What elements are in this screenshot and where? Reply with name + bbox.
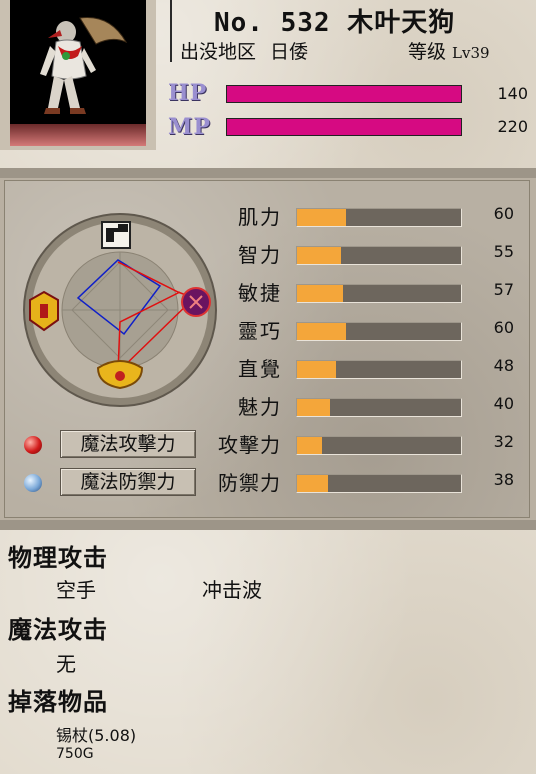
stat-bar — [296, 284, 462, 303]
origin-label: 出没地区 — [180, 41, 257, 63]
mp-bar-fill — [227, 119, 461, 135]
origin-region: 出没地区 日倭 — [180, 37, 308, 64]
stat-value: 57 — [493, 280, 514, 299]
drop-gold: 750G — [56, 746, 94, 762]
monster-portrait — [10, 0, 146, 146]
stat-row-agility: 敏捷 57 — [0, 277, 536, 307]
stat-bar-fill — [297, 361, 337, 378]
stat-name: 攻擊力 — [218, 433, 281, 457]
stat-name: 靈巧 — [238, 319, 282, 343]
stat-bar — [296, 474, 462, 493]
magic-attack-button[interactable]: 魔法攻擊力 — [60, 430, 196, 458]
monster-header: No. 532 木叶天狗 出没地区 日倭 等级 Lv39 HP 140 MP 220 — [0, 0, 536, 168]
physical-attack-item: 空手 — [56, 578, 96, 602]
mp-label: MP — [168, 114, 211, 140]
magic-attack-item: 无 — [56, 652, 76, 676]
mp-value: 220 — [497, 117, 528, 136]
header-divider — [170, 0, 172, 62]
stat-value: 60 — [493, 204, 514, 223]
portrait-frame — [0, 0, 156, 150]
stat-name: 肌力 — [238, 205, 282, 229]
monster-title: No. 532 木叶天狗 — [214, 8, 456, 38]
stat-row-dexterity: 靈巧 60 — [0, 315, 536, 345]
magic-attack-heading: 魔法攻击 — [8, 616, 108, 644]
stat-row-strength: 肌力 60 — [0, 201, 536, 231]
stat-bar — [296, 360, 462, 379]
section-divider — [0, 520, 536, 530]
hp-label: HP — [168, 80, 208, 106]
hp-value: 140 — [497, 84, 528, 103]
stat-bar-fill — [297, 475, 329, 492]
stat-row-charisma: 魅力 40 — [0, 391, 536, 421]
stat-bar-fill — [297, 247, 342, 264]
stat-value: 60 — [493, 318, 514, 337]
section-divider — [0, 168, 536, 178]
magic-defense-button[interactable]: 魔法防禦力 — [60, 468, 196, 496]
stat-bar-fill — [297, 323, 347, 340]
origin-value: 日倭 — [270, 41, 309, 63]
stat-row-intelligence: 智力 55 — [0, 239, 536, 269]
magic-attack-orb-icon — [24, 436, 42, 454]
level-label: 等级 — [408, 41, 447, 63]
stat-bar — [296, 322, 462, 341]
stat-bar — [296, 436, 462, 455]
stat-name: 直覺 — [238, 357, 282, 381]
stat-bar-fill — [297, 285, 343, 302]
stat-row-intuition: 直覺 48 — [0, 353, 536, 383]
hp-bar-fill — [227, 86, 461, 102]
stat-name: 防禦力 — [218, 471, 281, 495]
stat-bar-fill — [297, 399, 330, 416]
stat-value: 40 — [493, 394, 514, 413]
stat-bar-fill — [297, 437, 322, 454]
tengu-figure-icon — [40, 17, 128, 114]
stat-value: 32 — [493, 432, 514, 451]
monster-details: 物理攻击 空手 冲击波 魔法攻击 无 掉落物品 锡杖(5.08) 750G — [0, 530, 536, 774]
monster-level: 等级 Lv39 — [408, 37, 490, 64]
stat-bar — [296, 246, 462, 265]
level-value: Lv39 — [452, 44, 490, 62]
stat-bar-fill — [297, 209, 347, 226]
stat-bar — [296, 398, 462, 417]
hp-bar — [226, 85, 462, 103]
stat-name: 魅力 — [238, 395, 282, 419]
stat-value: 48 — [493, 356, 514, 375]
stat-value: 38 — [493, 470, 514, 489]
stat-name: 敏捷 — [238, 281, 282, 305]
stat-value: 55 — [493, 242, 514, 261]
stat-name: 智力 — [238, 243, 282, 267]
mp-bar — [226, 118, 462, 136]
magic-defense-orb-icon — [24, 474, 42, 492]
drop-items-heading: 掉落物品 — [8, 688, 108, 716]
drop-item: 锡杖(5.08) — [56, 726, 137, 745]
stat-bar — [296, 208, 462, 227]
physical-attack-item: 冲击波 — [202, 578, 262, 602]
physical-attack-heading: 物理攻击 — [8, 544, 108, 572]
